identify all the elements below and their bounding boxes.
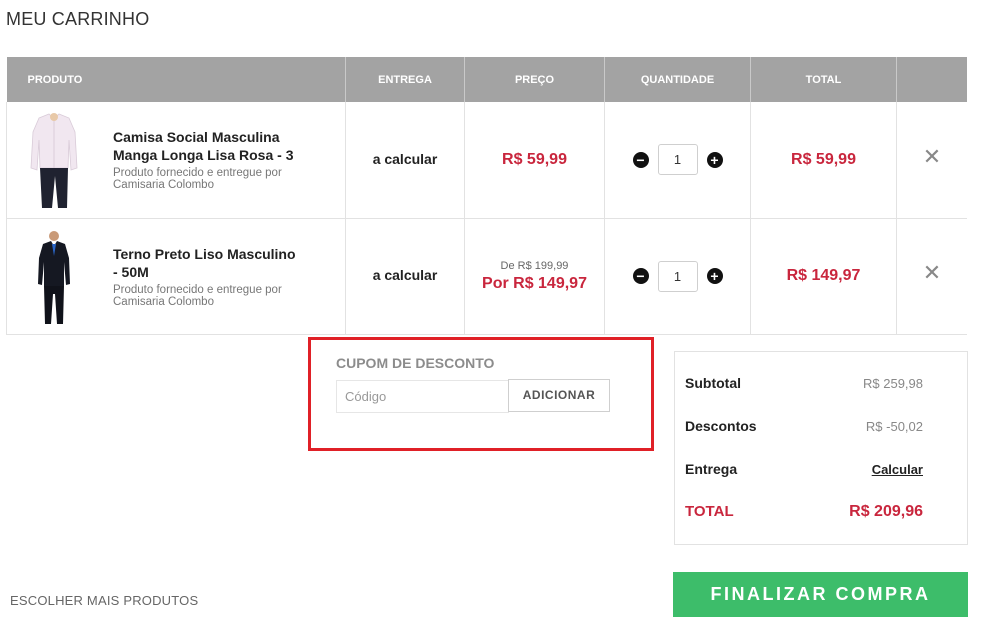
old-price: De R$ 199,99 (500, 259, 569, 272)
checkout-button[interactable]: FINALIZAR COMPRA (673, 572, 968, 617)
total-value: R$ 209,96 (849, 503, 923, 520)
delivery-value: a calcular (372, 267, 438, 283)
shirt-product-image[interactable] (21, 109, 87, 210)
discount-value: R$ -50,02 (865, 419, 923, 434)
discount-label: Descontos (685, 418, 757, 434)
coupon-title: CUPOM DE DESCONTO (336, 355, 495, 371)
plus-icon[interactable]: + (706, 268, 723, 284)
cart-item-row: Terno Preto Liso Masculino - 50M Produto… (6, 218, 967, 335)
delivery-cell: a calcular (345, 102, 465, 219)
price-cell: R$ 59,99 (464, 102, 605, 219)
delivery-label: Entrega (685, 461, 738, 477)
price-cell: De R$ 199,99 Por R$ 149,97 (464, 218, 605, 335)
remove-cell: ✕ (896, 102, 967, 219)
suit-product-image[interactable] (21, 226, 87, 326)
delivery-value: a calcular (372, 150, 438, 167)
remove-icon[interactable]: ✕ (923, 260, 941, 286)
quantity-input[interactable] (657, 260, 698, 292)
coupon-code-input[interactable] (336, 380, 509, 413)
header-total: TOTAL (750, 57, 897, 102)
product-cell: Terno Preto Liso Masculino - 50M Produto… (6, 218, 346, 335)
quantity-input[interactable] (657, 144, 698, 176)
total-label: TOTAL (685, 503, 734, 520)
quantity-stepper: − + (605, 144, 750, 176)
quantity-cell: − + (604, 218, 751, 335)
coupon-section: CUPOM DE DESCONTO ADICIONAR (308, 337, 654, 451)
item-total: R$ 59,99 (791, 150, 856, 168)
minus-icon[interactable]: − (632, 268, 649, 284)
quantity-stepper: − + (605, 260, 750, 292)
quantity-cell: − + (604, 102, 751, 219)
header-delivery: ENTREGA (345, 57, 465, 102)
remove-icon[interactable]: ✕ (923, 144, 941, 170)
cart-table: PRODUTO ENTREGA PREÇO QUANTIDADE TOTAL C… (6, 57, 967, 335)
plus-icon[interactable]: + (706, 151, 723, 168)
header-quantity: QUANTIDADE (604, 57, 751, 102)
page-title: MEU CARRINHO (6, 9, 150, 29)
product-name[interactable]: Terno Preto Liso Masculino - 50M (113, 245, 303, 281)
continue-shopping-link[interactable]: ESCOLHER MAIS PRODUTOS (10, 593, 198, 608)
product-cell: Camisa Social Masculina Manga Longa Lisa… (6, 102, 346, 219)
delivery-cell: a calcular (345, 218, 465, 335)
total-row: TOTAL R$ 209,96 (685, 503, 923, 521)
remove-cell: ✕ (896, 218, 967, 335)
product-name[interactable]: Camisa Social Masculina Manga Longa Lisa… (113, 128, 303, 164)
item-price: R$ 59,99 (502, 150, 567, 168)
minus-icon[interactable]: − (632, 151, 649, 168)
table-header-row: PRODUTO ENTREGA PREÇO QUANTIDADE TOTAL (6, 57, 967, 102)
order-summary: Subtotal R$ 259,98 Descontos R$ -50,02 E… (674, 351, 968, 545)
total-cell: R$ 149,97 (750, 218, 897, 335)
delivery-row: Entrega Calcular (685, 461, 923, 477)
calculate-delivery-link[interactable]: Calcular (872, 462, 923, 477)
header-remove (896, 57, 967, 102)
subtotal-row: Subtotal R$ 259,98 (685, 375, 923, 391)
subtotal-value: R$ 259,98 (863, 376, 923, 391)
item-price: Por R$ 149,97 (482, 274, 587, 292)
add-coupon-button[interactable]: ADICIONAR (508, 379, 610, 412)
item-total: R$ 149,97 (786, 267, 861, 284)
discount-row: Descontos R$ -50,02 (685, 418, 923, 434)
header-price: PREÇO (464, 57, 605, 102)
subtotal-label: Subtotal (685, 375, 741, 391)
product-seller: Produto fornecido e entregue por Camisar… (113, 283, 282, 308)
total-cell: R$ 59,99 (750, 102, 897, 219)
header-product: PRODUTO (6, 57, 346, 102)
product-seller: Produto fornecido e entregue por Camisar… (113, 167, 282, 192)
cart-item-row: Camisa Social Masculina Manga Longa Lisa… (6, 102, 967, 219)
